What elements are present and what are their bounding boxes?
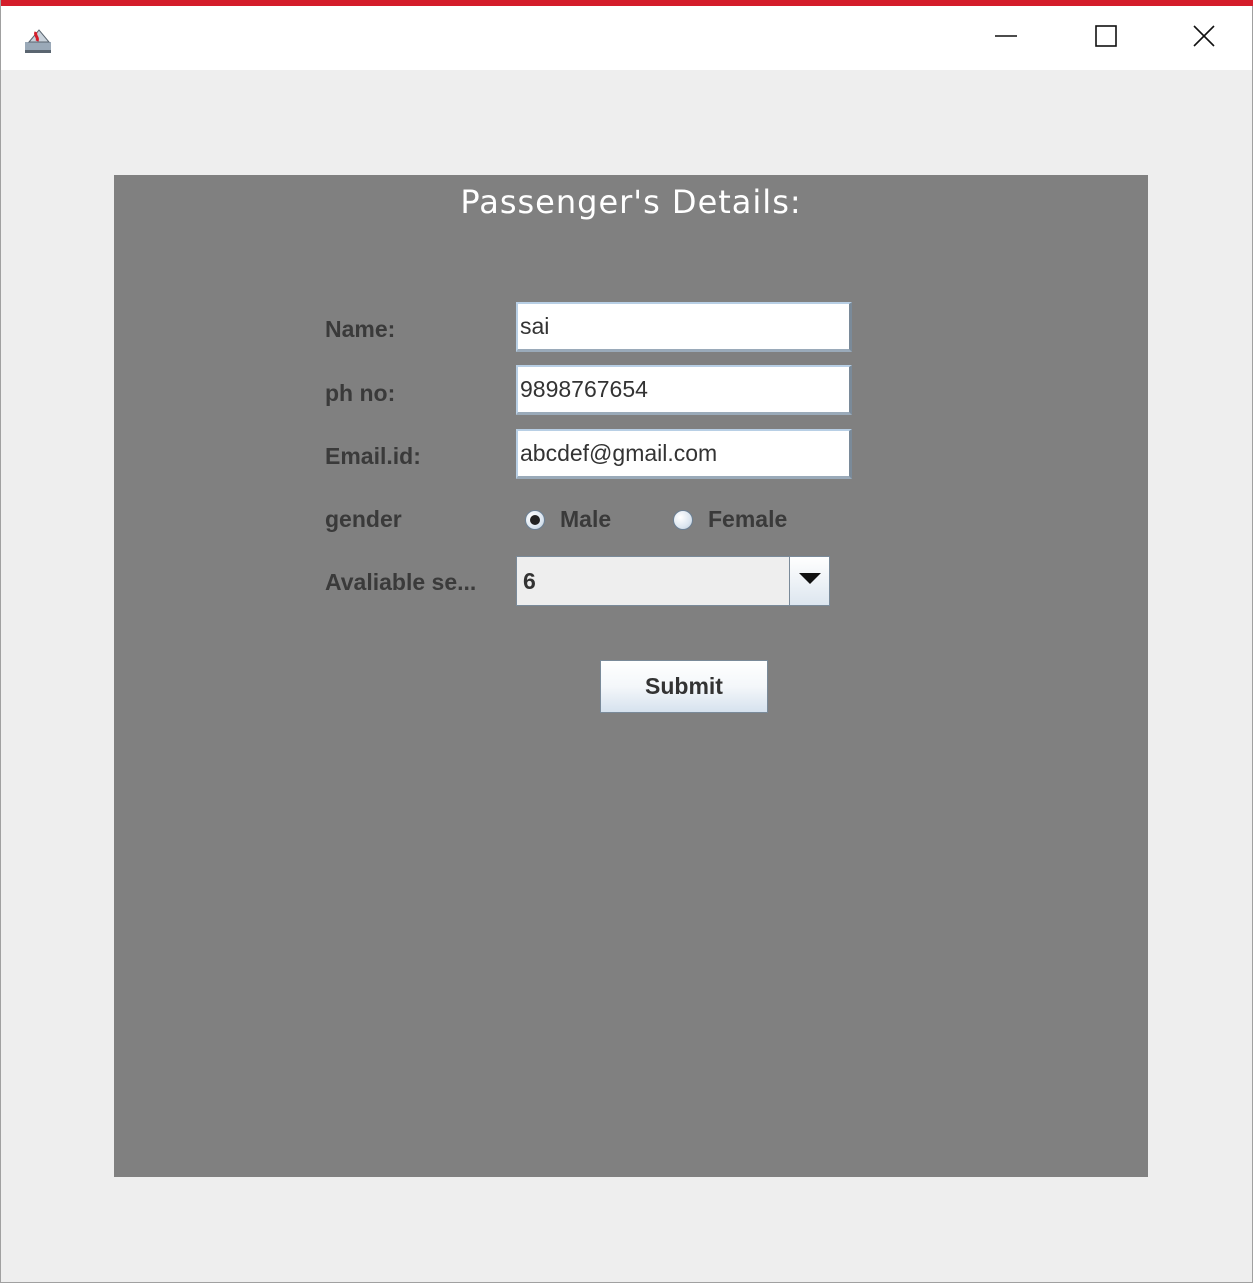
gender-male-label: Male xyxy=(560,506,612,532)
email-field[interactable]: abcdef@gmail.com xyxy=(516,429,852,479)
passenger-form-panel: Passenger's Details: Name: sai ph no: 98… xyxy=(114,175,1148,1177)
phone-field[interactable]: 9898767654 xyxy=(516,365,852,415)
submit-button[interactable]: Submit xyxy=(600,660,768,713)
gender-radio-female[interactable]: Female xyxy=(673,506,787,533)
radio-unselected-icon xyxy=(673,509,693,530)
seats-dropdown[interactable]: 6 xyxy=(516,556,830,606)
app-window: Passenger's Details: Name: sai ph no: 98… xyxy=(0,0,1253,1283)
gender-label: gender xyxy=(325,506,402,532)
gender-radio-male[interactable]: Male xyxy=(525,506,611,533)
name-field[interactable]: sai xyxy=(516,302,852,352)
java-app-icon xyxy=(23,24,55,56)
minimize-icon xyxy=(995,25,1017,52)
name-label: Name: xyxy=(325,316,396,342)
close-icon xyxy=(1192,24,1216,53)
seats-selected-value: 6 xyxy=(523,568,536,594)
chevron-down-icon xyxy=(798,572,821,590)
email-label: Email.id: xyxy=(325,443,421,469)
minimize-button[interactable] xyxy=(956,6,1056,70)
seats-label: Avaliable se... xyxy=(325,569,477,595)
close-button[interactable] xyxy=(1154,6,1253,70)
form-heading: Passenger's Details: xyxy=(460,183,802,221)
maximize-button[interactable] xyxy=(1056,6,1156,70)
maximize-icon xyxy=(1095,24,1117,52)
phone-label: ph no: xyxy=(325,380,396,406)
title-bar[interactable] xyxy=(1,6,1252,70)
dropdown-arrow-button[interactable] xyxy=(789,557,829,605)
gender-female-label: Female xyxy=(708,506,788,532)
radio-selected-icon xyxy=(525,509,545,530)
